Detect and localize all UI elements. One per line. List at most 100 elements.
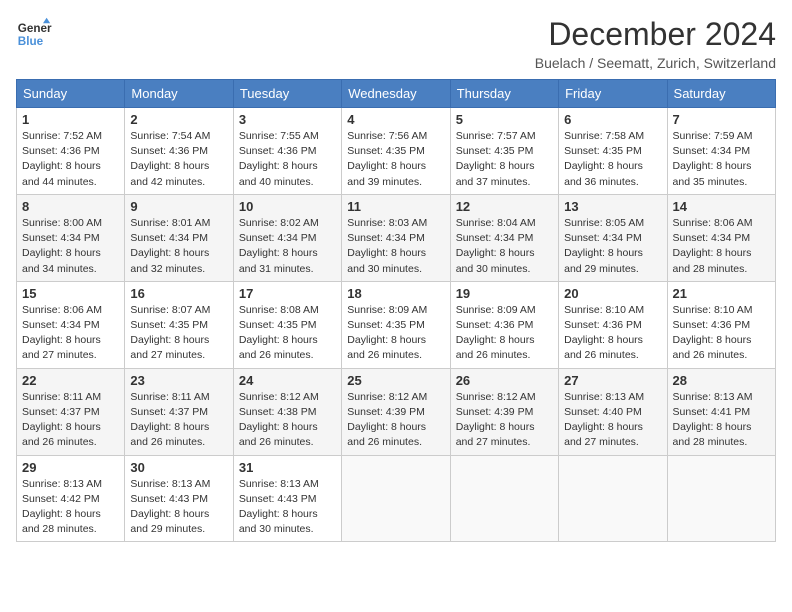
calendar-cell: 9 Sunrise: 8:01 AM Sunset: 4:34 PM Dayli… (125, 194, 233, 281)
day-number: 8 (22, 199, 119, 214)
calendar-cell (667, 455, 775, 542)
day-number: 23 (130, 373, 227, 388)
day-info: Sunrise: 8:13 AM Sunset: 4:43 PM Dayligh… (130, 477, 227, 538)
day-number: 6 (564, 112, 661, 127)
day-info: Sunrise: 8:11 AM Sunset: 4:37 PM Dayligh… (22, 390, 119, 451)
calendar-cell: 12 Sunrise: 8:04 AM Sunset: 4:34 PM Dayl… (450, 194, 558, 281)
calendar-cell: 13 Sunrise: 8:05 AM Sunset: 4:34 PM Dayl… (559, 194, 667, 281)
day-info: Sunrise: 8:13 AM Sunset: 4:41 PM Dayligh… (673, 390, 770, 451)
calendar-cell: 20 Sunrise: 8:10 AM Sunset: 4:36 PM Dayl… (559, 281, 667, 368)
calendar-cell: 27 Sunrise: 8:13 AM Sunset: 4:40 PM Dayl… (559, 368, 667, 455)
calendar-cell: 11 Sunrise: 8:03 AM Sunset: 4:34 PM Dayl… (342, 194, 450, 281)
day-info: Sunrise: 8:12 AM Sunset: 4:39 PM Dayligh… (347, 390, 444, 451)
day-number: 30 (130, 460, 227, 475)
day-info: Sunrise: 8:09 AM Sunset: 4:35 PM Dayligh… (347, 303, 444, 364)
calendar-cell: 14 Sunrise: 8:06 AM Sunset: 4:34 PM Dayl… (667, 194, 775, 281)
calendar-header-thursday: Thursday (450, 80, 558, 108)
calendar-cell: 5 Sunrise: 7:57 AM Sunset: 4:35 PM Dayli… (450, 108, 558, 195)
calendar-cell: 4 Sunrise: 7:56 AM Sunset: 4:35 PM Dayli… (342, 108, 450, 195)
day-number: 4 (347, 112, 444, 127)
day-info: Sunrise: 8:13 AM Sunset: 4:43 PM Dayligh… (239, 477, 336, 538)
day-info: Sunrise: 8:12 AM Sunset: 4:38 PM Dayligh… (239, 390, 336, 451)
calendar-cell: 6 Sunrise: 7:58 AM Sunset: 4:35 PM Dayli… (559, 108, 667, 195)
day-info: Sunrise: 8:10 AM Sunset: 4:36 PM Dayligh… (564, 303, 661, 364)
calendar-cell: 30 Sunrise: 8:13 AM Sunset: 4:43 PM Dayl… (125, 455, 233, 542)
day-number: 19 (456, 286, 553, 301)
calendar-week-row: 15 Sunrise: 8:06 AM Sunset: 4:34 PM Dayl… (17, 281, 776, 368)
title-block: December 2024 Buelach / Seematt, Zurich,… (535, 16, 776, 71)
day-number: 1 (22, 112, 119, 127)
day-info: Sunrise: 7:57 AM Sunset: 4:35 PM Dayligh… (456, 129, 553, 190)
calendar-cell (342, 455, 450, 542)
calendar-week-row: 8 Sunrise: 8:00 AM Sunset: 4:34 PM Dayli… (17, 194, 776, 281)
calendar-cell: 7 Sunrise: 7:59 AM Sunset: 4:34 PM Dayli… (667, 108, 775, 195)
day-number: 18 (347, 286, 444, 301)
day-info: Sunrise: 7:54 AM Sunset: 4:36 PM Dayligh… (130, 129, 227, 190)
day-number: 29 (22, 460, 119, 475)
calendar-cell: 25 Sunrise: 8:12 AM Sunset: 4:39 PM Dayl… (342, 368, 450, 455)
day-info: Sunrise: 7:58 AM Sunset: 4:35 PM Dayligh… (564, 129, 661, 190)
calendar-week-row: 22 Sunrise: 8:11 AM Sunset: 4:37 PM Dayl… (17, 368, 776, 455)
calendar-header-row: SundayMondayTuesdayWednesdayThursdayFrid… (17, 80, 776, 108)
calendar-header-friday: Friday (559, 80, 667, 108)
day-info: Sunrise: 8:13 AM Sunset: 4:40 PM Dayligh… (564, 390, 661, 451)
day-number: 21 (673, 286, 770, 301)
calendar-week-row: 29 Sunrise: 8:13 AM Sunset: 4:42 PM Dayl… (17, 455, 776, 542)
day-number: 7 (673, 112, 770, 127)
day-number: 11 (347, 199, 444, 214)
logo-icon: General Blue (16, 16, 52, 52)
calendar-cell (559, 455, 667, 542)
day-info: Sunrise: 8:06 AM Sunset: 4:34 PM Dayligh… (673, 216, 770, 277)
day-number: 28 (673, 373, 770, 388)
day-number: 13 (564, 199, 661, 214)
svg-text:Blue: Blue (18, 35, 44, 48)
day-info: Sunrise: 8:06 AM Sunset: 4:34 PM Dayligh… (22, 303, 119, 364)
calendar-cell: 22 Sunrise: 8:11 AM Sunset: 4:37 PM Dayl… (17, 368, 125, 455)
day-info: Sunrise: 8:07 AM Sunset: 4:35 PM Dayligh… (130, 303, 227, 364)
day-info: Sunrise: 8:12 AM Sunset: 4:39 PM Dayligh… (456, 390, 553, 451)
day-number: 17 (239, 286, 336, 301)
calendar-header-saturday: Saturday (667, 80, 775, 108)
calendar-table: SundayMondayTuesdayWednesdayThursdayFrid… (16, 79, 776, 542)
calendar-cell: 1 Sunrise: 7:52 AM Sunset: 4:36 PM Dayli… (17, 108, 125, 195)
month-title: December 2024 (535, 16, 776, 53)
day-number: 5 (456, 112, 553, 127)
day-number: 27 (564, 373, 661, 388)
day-number: 12 (456, 199, 553, 214)
calendar-cell: 18 Sunrise: 8:09 AM Sunset: 4:35 PM Dayl… (342, 281, 450, 368)
day-info: Sunrise: 7:52 AM Sunset: 4:36 PM Dayligh… (22, 129, 119, 190)
calendar-cell: 28 Sunrise: 8:13 AM Sunset: 4:41 PM Dayl… (667, 368, 775, 455)
day-info: Sunrise: 8:10 AM Sunset: 4:36 PM Dayligh… (673, 303, 770, 364)
day-number: 22 (22, 373, 119, 388)
page-header: General Blue December 2024 Buelach / See… (16, 16, 776, 71)
calendar-header-sunday: Sunday (17, 80, 125, 108)
day-info: Sunrise: 8:08 AM Sunset: 4:35 PM Dayligh… (239, 303, 336, 364)
calendar-cell: 24 Sunrise: 8:12 AM Sunset: 4:38 PM Dayl… (233, 368, 341, 455)
calendar-cell: 17 Sunrise: 8:08 AM Sunset: 4:35 PM Dayl… (233, 281, 341, 368)
day-info: Sunrise: 8:05 AM Sunset: 4:34 PM Dayligh… (564, 216, 661, 277)
calendar-cell: 23 Sunrise: 8:11 AM Sunset: 4:37 PM Dayl… (125, 368, 233, 455)
day-number: 9 (130, 199, 227, 214)
day-number: 25 (347, 373, 444, 388)
day-number: 10 (239, 199, 336, 214)
calendar-cell (450, 455, 558, 542)
day-info: Sunrise: 7:56 AM Sunset: 4:35 PM Dayligh… (347, 129, 444, 190)
calendar-week-row: 1 Sunrise: 7:52 AM Sunset: 4:36 PM Dayli… (17, 108, 776, 195)
day-info: Sunrise: 8:00 AM Sunset: 4:34 PM Dayligh… (22, 216, 119, 277)
logo: General Blue (16, 16, 52, 52)
calendar-cell: 21 Sunrise: 8:10 AM Sunset: 4:36 PM Dayl… (667, 281, 775, 368)
day-number: 2 (130, 112, 227, 127)
day-number: 20 (564, 286, 661, 301)
day-info: Sunrise: 8:03 AM Sunset: 4:34 PM Dayligh… (347, 216, 444, 277)
day-info: Sunrise: 8:02 AM Sunset: 4:34 PM Dayligh… (239, 216, 336, 277)
day-info: Sunrise: 7:55 AM Sunset: 4:36 PM Dayligh… (239, 129, 336, 190)
calendar-cell: 31 Sunrise: 8:13 AM Sunset: 4:43 PM Dayl… (233, 455, 341, 542)
day-info: Sunrise: 8:01 AM Sunset: 4:34 PM Dayligh… (130, 216, 227, 277)
day-number: 26 (456, 373, 553, 388)
calendar-cell: 29 Sunrise: 8:13 AM Sunset: 4:42 PM Dayl… (17, 455, 125, 542)
calendar-cell: 16 Sunrise: 8:07 AM Sunset: 4:35 PM Dayl… (125, 281, 233, 368)
day-info: Sunrise: 8:09 AM Sunset: 4:36 PM Dayligh… (456, 303, 553, 364)
calendar-cell: 19 Sunrise: 8:09 AM Sunset: 4:36 PM Dayl… (450, 281, 558, 368)
day-info: Sunrise: 7:59 AM Sunset: 4:34 PM Dayligh… (673, 129, 770, 190)
calendar-cell: 26 Sunrise: 8:12 AM Sunset: 4:39 PM Dayl… (450, 368, 558, 455)
